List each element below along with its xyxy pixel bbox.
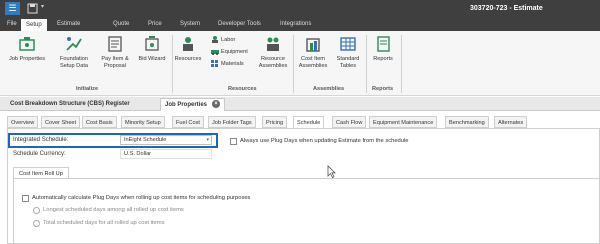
job-properties-icon bbox=[18, 35, 36, 53]
resources-icon bbox=[179, 35, 197, 53]
materials-button[interactable]: Materials bbox=[211, 60, 244, 67]
resources-button[interactable]: Resources bbox=[174, 35, 202, 63]
cost-item-assemblies-icon bbox=[304, 35, 322, 53]
group-label-resources: Resources bbox=[228, 86, 257, 92]
standard-tables-icon bbox=[339, 35, 357, 53]
integrated-schedule-label: Integrated Schedule: bbox=[13, 137, 69, 143]
quick-access-dropdown-icon[interactable]: ▾ bbox=[41, 3, 44, 10]
ribbon: Job Properties Foundation Setup Data Pay… bbox=[0, 31, 600, 96]
group-label-assemblies: Assemblies bbox=[313, 86, 345, 92]
menu-developer-tools[interactable]: Developer Tools bbox=[218, 18, 261, 31]
tab-alternates[interactable]: Alternates bbox=[494, 116, 528, 128]
menu-system[interactable]: System bbox=[180, 18, 200, 31]
foundation-setup-data-button[interactable]: Foundation Setup Data bbox=[54, 35, 94, 69]
bid-wizard-button[interactable]: Bid Wizard bbox=[135, 35, 169, 63]
tab-job-properties[interactable]: Job Properties × bbox=[160, 98, 226, 111]
tab-cbs-register[interactable]: Cost Breakdown Structure (CBS) Register bbox=[6, 98, 134, 111]
reports-icon bbox=[374, 35, 392, 53]
auto-calc-plug-days-label: Automatically calculate Plug Days when r… bbox=[32, 195, 251, 201]
radio-total-label: Total scheduled days for all rolled up c… bbox=[43, 220, 165, 226]
group-separator bbox=[293, 35, 294, 93]
tab-fuel-cost[interactable]: Fuel Cost bbox=[172, 116, 204, 128]
pay-item-proposal-button[interactable]: Pay Item & Proposal bbox=[97, 35, 133, 69]
menu-estimate[interactable]: Estimate bbox=[57, 18, 80, 31]
chevron-down-icon: ▾ bbox=[206, 137, 209, 143]
menu-setup[interactable]: Setup bbox=[21, 19, 47, 31]
menu-file[interactable]: File bbox=[7, 18, 17, 31]
group-separator bbox=[366, 35, 367, 93]
plug-days-checkbox[interactable] bbox=[230, 138, 237, 145]
radio-longest-scheduled-days[interactable] bbox=[33, 207, 40, 214]
tab-benchmarking[interactable]: Benchmarking bbox=[445, 116, 489, 128]
schedule-currency-label: Schedule Currency: bbox=[13, 151, 66, 157]
tab-cash-flow[interactable]: Cash Flow bbox=[332, 116, 367, 128]
bid-wizard-icon bbox=[143, 35, 161, 53]
save-icon[interactable] bbox=[27, 3, 38, 14]
tab-cover-sheet[interactable]: Cover Sheet bbox=[41, 116, 81, 128]
tab-overview[interactable]: Overview bbox=[7, 116, 39, 128]
schedule-currency-dropdown[interactable]: U.S. Dollar bbox=[120, 149, 212, 159]
group-label-reports: Reports bbox=[372, 86, 394, 92]
standard-tables-button[interactable]: Standard Tables bbox=[332, 35, 364, 69]
menu-integrations[interactable]: Integrations bbox=[280, 18, 311, 31]
resource-assemblies-icon bbox=[264, 35, 282, 53]
window-title: 303720-723 - Estimate bbox=[470, 5, 543, 12]
auto-calc-plug-days-checkbox[interactable] bbox=[22, 195, 29, 202]
title-bar: ☰ ▾ 303720-723 - Estimate bbox=[0, 0, 600, 18]
tab-minority-setup[interactable]: Minority Setup bbox=[121, 116, 165, 128]
app-menu-button[interactable]: ☰ bbox=[5, 2, 20, 15]
tab-pricing[interactable]: Pricing bbox=[262, 116, 288, 128]
job-properties-button[interactable]: Job Properties bbox=[7, 35, 47, 63]
document-tab-strip: Cost Breakdown Structure (CBS) Register … bbox=[0, 97, 600, 111]
menu-price[interactable]: Price bbox=[148, 18, 162, 31]
resource-assemblies-button[interactable]: Resource Assemblies bbox=[256, 35, 290, 69]
foundation-setup-icon bbox=[65, 35, 83, 53]
reports-button[interactable]: Reports bbox=[368, 35, 398, 63]
labor-button[interactable]: Labor bbox=[211, 36, 235, 43]
tab-equipment-maintenance[interactable]: Equipment Maintenance bbox=[369, 116, 438, 128]
tab-cost-basis[interactable]: Cost Basis bbox=[82, 116, 117, 128]
group-separator bbox=[172, 35, 173, 93]
labor-icon bbox=[211, 36, 219, 43]
equipment-icon bbox=[211, 48, 219, 55]
radio-total-scheduled-days[interactable] bbox=[33, 220, 40, 227]
materials-icon bbox=[211, 60, 219, 67]
equipment-button[interactable]: Equipment bbox=[211, 48, 248, 55]
integrated-schedule-dropdown[interactable]: InEight Schedule ▾ bbox=[120, 135, 212, 145]
group-label-initialize: Initialize bbox=[76, 86, 99, 92]
cost-item-assemblies-button[interactable]: Cost Item Assemblies bbox=[296, 35, 330, 69]
tab-job-folder-tags[interactable]: Job Folder Tags bbox=[208, 116, 256, 128]
group-separator bbox=[401, 35, 402, 93]
plug-days-checkbox-label: Always use Plug Days when updating Estim… bbox=[240, 138, 409, 144]
close-tab-icon[interactable]: × bbox=[212, 100, 221, 109]
menu-quote[interactable]: Quote bbox=[113, 18, 129, 31]
radio-longest-label: Longest scheduled days among all rolled … bbox=[43, 207, 184, 213]
pay-item-icon bbox=[106, 35, 124, 53]
menu-bar: File Setup Estimate Quote Price System D… bbox=[0, 18, 600, 31]
